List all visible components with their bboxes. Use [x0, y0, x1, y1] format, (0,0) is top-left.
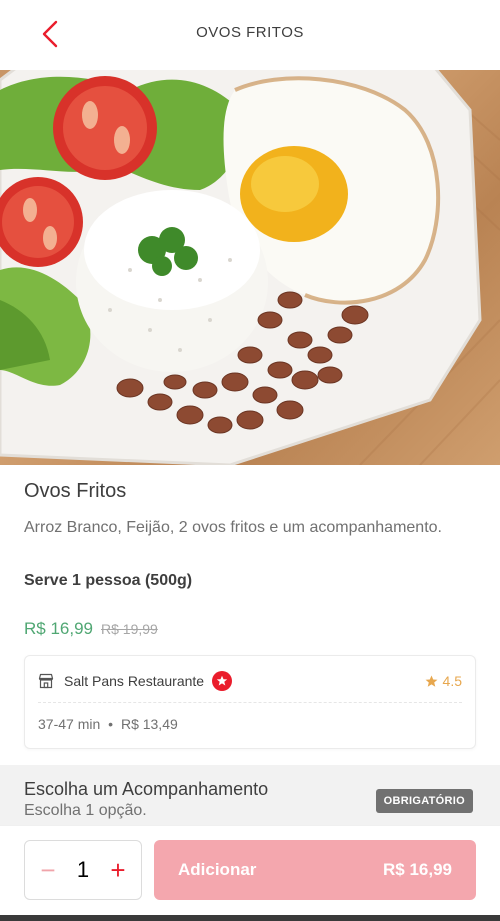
old-price: R$ 19,99 [101, 621, 158, 637]
serving-size: Serve 1 pessoa (500g) [24, 572, 193, 589]
section-subtitle: Escolha 1 opção. [24, 802, 147, 819]
restaurant-name: Salt Pans Restaurante [64, 673, 205, 689]
required-badge: OBRIGATÓRIO [375, 789, 473, 813]
quantity-value: 1 [76, 857, 90, 882]
delivery-info: 37-47 min • R$ 13,49 [38, 716, 178, 732]
add-button-label: Adicionar [178, 860, 257, 879]
store-icon [38, 672, 56, 690]
dish-description: Arroz Branco, Feijão, 2 ovos fritos e um… [24, 519, 442, 536]
star-icon [425, 675, 437, 687]
decrease-quantity-button[interactable]: − [37, 857, 59, 883]
delivery-time: 37-47 min [38, 716, 101, 732]
page-title: OVOS FRITOS [196, 24, 304, 41]
restaurant-card[interactable]: Salt Pans Restaurante 4.5 37-47 min • R$… [24, 655, 476, 749]
side-dish-section-header: Escolha um Acompanhamento Escolha 1 opçã… [0, 765, 500, 825]
divider [38, 702, 462, 703]
quantity-stepper: − 1 + [24, 840, 142, 900]
system-nav-bar [0, 915, 500, 921]
add-button-total: R$ 16,99 [383, 860, 452, 879]
bottom-action-bar: − 1 + Adicionar R$ 16,99 [0, 825, 500, 921]
meta-separator: • [108, 716, 114, 732]
super-restaurant-icon [212, 671, 233, 691]
restaurant-rating: 4.5 [425, 673, 462, 689]
restaurant-header: Salt Pans Restaurante 4.5 [38, 668, 462, 694]
increase-quantity-button[interactable]: + [107, 857, 129, 883]
top-app-bar: OVOS FRITOS [0, 0, 500, 70]
dish-photo [0, 70, 500, 465]
current-price: R$ 16,99 [24, 619, 93, 638]
rating-value: 4.5 [442, 673, 462, 689]
delivery-fee: R$ 13,49 [120, 716, 178, 732]
price-row: R$ 16,99 R$ 19,99 [24, 619, 158, 639]
dish-name: Ovos Fritos [24, 480, 127, 502]
section-title: Escolha um Acompanhamento [24, 779, 269, 799]
add-to-cart-button[interactable]: Adicionar R$ 16,99 [154, 840, 476, 900]
